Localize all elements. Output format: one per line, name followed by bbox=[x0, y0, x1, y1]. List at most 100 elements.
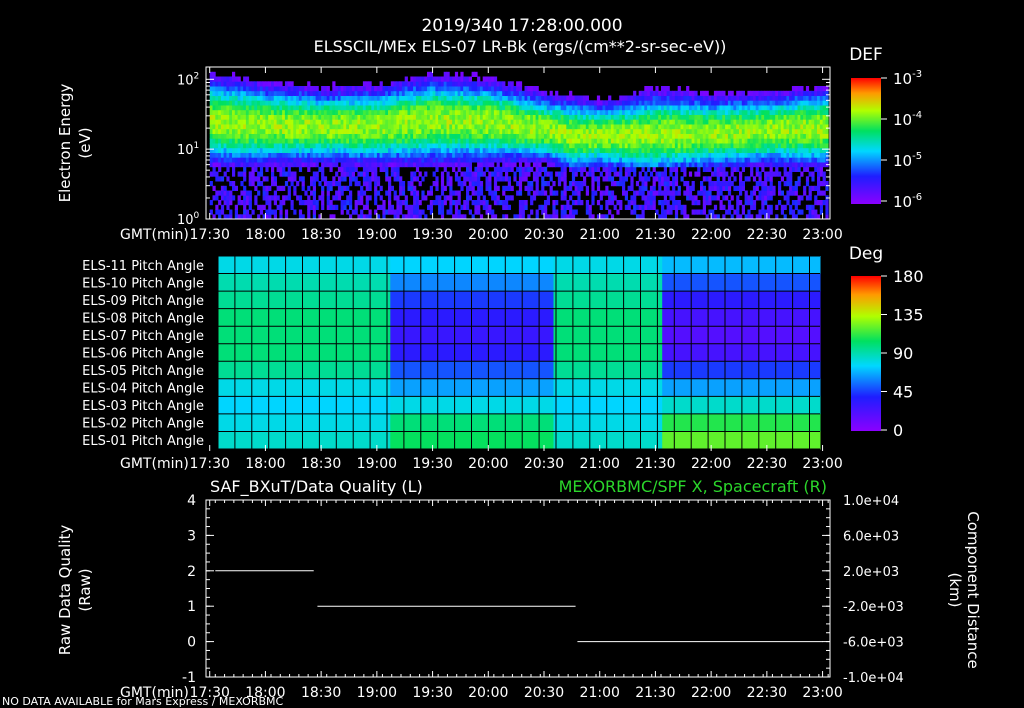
spectrogram-cell bbox=[307, 81, 311, 87]
spectrogram-cell bbox=[209, 138, 213, 144]
spectrogram-cell bbox=[555, 95, 559, 101]
spectrogram-cell bbox=[329, 114, 333, 120]
spectrogram-cell bbox=[677, 157, 681, 163]
spectrogram-cell bbox=[479, 200, 484, 206]
spectrogram-cell bbox=[557, 176, 562, 182]
spectrogram-cell bbox=[674, 105, 679, 111]
spectrogram-cell bbox=[641, 133, 645, 139]
spectrogram-cell bbox=[296, 109, 300, 115]
spectrogram-cell bbox=[326, 114, 330, 120]
spectrogram-cell bbox=[661, 138, 665, 144]
spectrogram-cell bbox=[674, 152, 679, 158]
spectrogram-cell bbox=[791, 119, 796, 125]
spectrogram-cell bbox=[510, 114, 514, 120]
spectrogram-cell bbox=[647, 157, 651, 163]
spectrogram-cell bbox=[388, 185, 392, 191]
spectrogram-cell bbox=[691, 185, 695, 191]
spectrogram-cell bbox=[421, 95, 425, 101]
spectrogram-cell bbox=[758, 90, 762, 96]
spectrogram-cell bbox=[427, 81, 431, 87]
spectrogram-cell bbox=[393, 124, 397, 130]
spectrogram-cell bbox=[351, 128, 355, 134]
spectrogram-cell bbox=[296, 119, 300, 125]
spectrogram-cell bbox=[248, 119, 252, 125]
spectrogram-cell bbox=[641, 176, 645, 182]
spectrogram-cell bbox=[530, 128, 534, 134]
spectrogram-cell bbox=[471, 133, 475, 139]
spectrogram-cell bbox=[323, 143, 328, 149]
spectrogram-cell bbox=[349, 100, 353, 106]
spectrogram-cell bbox=[697, 190, 701, 196]
spectrogram-cell bbox=[683, 209, 687, 215]
spectrogram-cell bbox=[588, 152, 592, 158]
spectrogram-cell bbox=[282, 128, 286, 134]
spectrogram-cell bbox=[588, 204, 592, 210]
spectrogram-cell bbox=[340, 138, 344, 144]
spectrogram-cell bbox=[569, 114, 573, 120]
spectrogram-cell bbox=[510, 81, 514, 87]
spectrogram-cell bbox=[457, 200, 461, 206]
spectrogram-cell bbox=[705, 95, 709, 101]
spectrogram-cell bbox=[438, 105, 442, 111]
spectrogram-cell bbox=[647, 114, 651, 120]
spectrogram-cell bbox=[429, 133, 433, 139]
spectrogram-cell bbox=[257, 190, 261, 196]
spectrogram-cell bbox=[413, 157, 417, 163]
spectrogram-cell bbox=[282, 114, 286, 120]
spectrogram-cell bbox=[335, 190, 339, 196]
spectrogram-cell bbox=[226, 128, 230, 134]
spectrogram-cell bbox=[814, 152, 818, 158]
spectrogram-cell bbox=[791, 100, 796, 106]
spectrogram-cell bbox=[401, 114, 406, 120]
spectrogram-cell bbox=[599, 162, 603, 168]
spectrogram-cell bbox=[663, 119, 667, 125]
spectrogram-cell bbox=[780, 90, 784, 96]
spectrogram-cell bbox=[424, 90, 428, 96]
spectrogram-cell bbox=[803, 143, 807, 149]
spectrogram-cell bbox=[209, 133, 213, 139]
spectrogram-cell bbox=[594, 100, 598, 106]
spectrogram-cell bbox=[569, 138, 573, 144]
spectrogram-cell bbox=[783, 162, 787, 168]
spectrogram-cell bbox=[780, 100, 784, 106]
spectrogram-cell bbox=[630, 181, 634, 187]
spectrogram-cell bbox=[496, 195, 500, 201]
spectrogram-cell bbox=[362, 171, 367, 177]
spectrogram-cell bbox=[463, 109, 467, 115]
spectrogram-cell bbox=[803, 166, 807, 172]
spectrogram-cell bbox=[672, 128, 676, 134]
spectrogram-cell bbox=[655, 138, 659, 144]
spectrogram-cell bbox=[794, 152, 798, 158]
spectrogram-cell bbox=[516, 133, 520, 139]
spectrogram-cell bbox=[232, 90, 236, 96]
spectrogram-cell bbox=[304, 124, 308, 130]
spectrogram-cell bbox=[382, 105, 386, 111]
spectrogram-cell bbox=[711, 181, 715, 187]
spectrogram-cell bbox=[354, 166, 358, 172]
spectrogram-cell bbox=[429, 114, 433, 120]
spectrogram-cell bbox=[307, 152, 311, 158]
spectrogram-cell bbox=[705, 105, 709, 111]
spectrogram-cell bbox=[613, 109, 617, 115]
spectrogram-cell bbox=[424, 81, 428, 87]
spectrogram-cell bbox=[496, 152, 500, 158]
spectrogram-cell bbox=[524, 114, 528, 120]
spectrogram-cell bbox=[702, 143, 706, 149]
spectrogram-cell bbox=[360, 119, 364, 125]
spectrogram-cell bbox=[530, 185, 534, 191]
spectrogram-cell bbox=[374, 152, 378, 158]
spectrogram-cell bbox=[672, 166, 676, 172]
spectrogram-cell bbox=[744, 157, 748, 163]
spectrogram-cell bbox=[421, 114, 425, 120]
spectrogram-cell bbox=[332, 157, 336, 163]
spectrogram-cell bbox=[265, 147, 269, 153]
spectrogram-cell bbox=[226, 152, 230, 158]
spectrogram-cell bbox=[466, 124, 470, 130]
spectrogram-cell bbox=[700, 185, 704, 191]
spectrogram-cell bbox=[424, 195, 428, 201]
spectrogram-cell bbox=[460, 171, 464, 177]
spectrogram-cell bbox=[566, 157, 570, 163]
spectrogram-cell bbox=[218, 200, 222, 206]
spectrogram-cell bbox=[563, 119, 567, 125]
spectrogram-cell bbox=[502, 100, 506, 106]
